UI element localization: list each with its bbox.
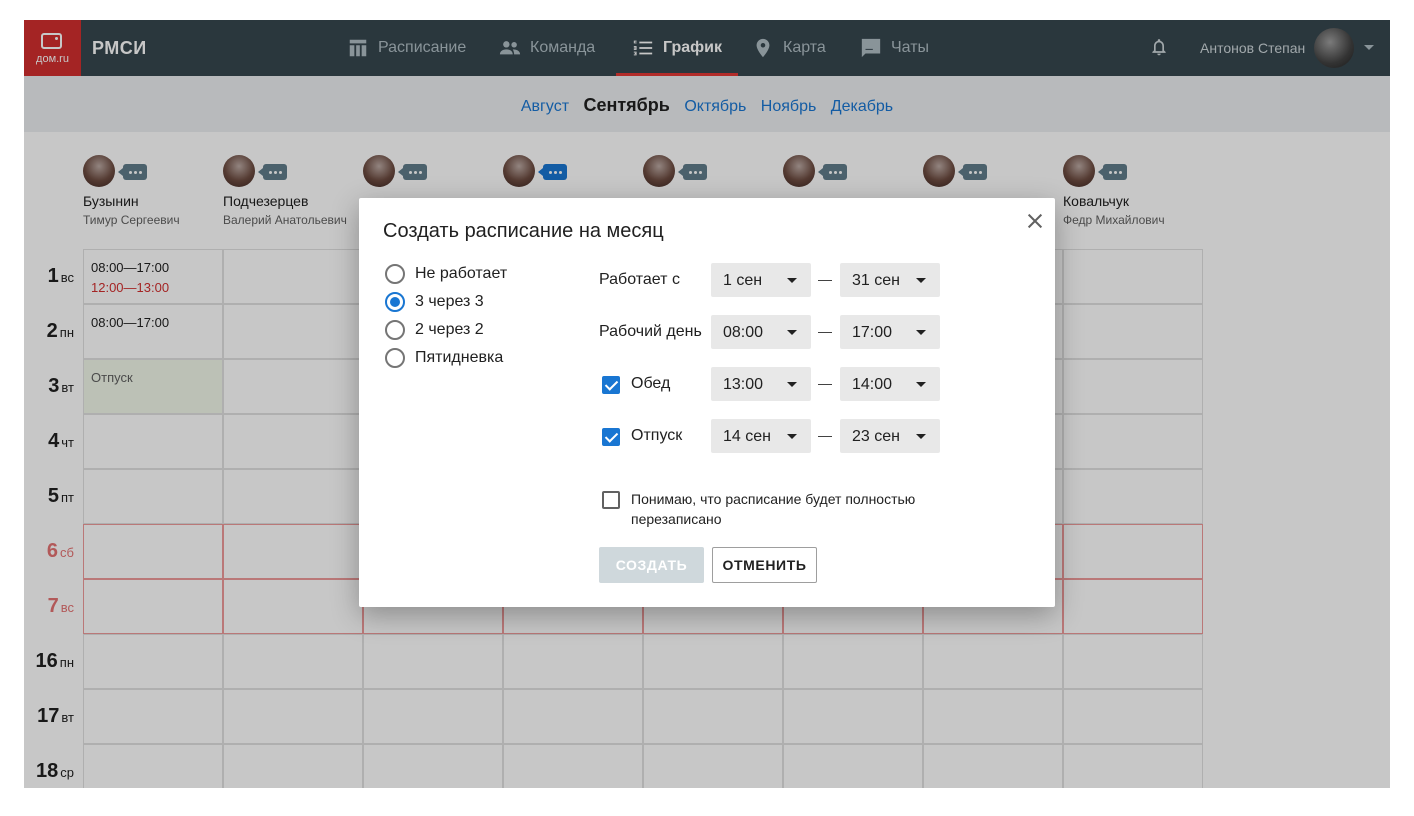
radio-icon <box>385 348 405 368</box>
range-dash <box>818 436 832 437</box>
works-from-start-select[interactable]: 1 сен <box>711 263 811 297</box>
lunch-checkbox[interactable] <box>602 376 620 394</box>
radio-label: Пятидневка <box>415 349 504 366</box>
workday-start-select[interactable]: 08:00 <box>711 315 811 349</box>
app-window: дом.ru РМСИ Расписание Команда График Ка… <box>24 20 1390 788</box>
works-from-end-select[interactable]: 31 сен <box>840 263 940 297</box>
dialog-title: Создать расписание на месяц <box>383 220 664 242</box>
create-schedule-dialog: Создать расписание на месяц Не работает … <box>359 198 1055 607</box>
consent-label: Понимаю, что расписание будет полностью … <box>631 491 916 527</box>
range-dash <box>818 332 832 333</box>
lunch-end-select[interactable]: 14:00 <box>840 367 940 401</box>
vacation-end-select[interactable]: 23 сен <box>840 419 940 453</box>
cancel-button[interactable]: ОТМЕНИТЬ <box>712 547 817 583</box>
vacation-checkbox[interactable] <box>602 428 620 446</box>
lunch-label: Обед <box>631 375 671 392</box>
radio-checked-icon <box>385 292 405 312</box>
radio-icon <box>385 320 405 340</box>
radio-five-day[interactable]: Пятидневка <box>385 346 503 370</box>
workday-end-select[interactable]: 17:00 <box>840 315 940 349</box>
workday-label: Рабочий день <box>599 323 702 340</box>
radio-2-by-2[interactable]: 2 через 2 <box>385 318 484 342</box>
range-dash <box>818 280 832 281</box>
radio-label: Не работает <box>415 265 508 282</box>
vacation-start-select[interactable]: 14 сен <box>711 419 811 453</box>
vacation-label: Отпуск <box>631 427 683 444</box>
radio-label: 2 через 2 <box>415 321 484 338</box>
close-icon[interactable] <box>1024 210 1046 232</box>
radio-not-working[interactable]: Не работает <box>385 262 507 286</box>
range-dash <box>818 384 832 385</box>
radio-icon <box>385 264 405 284</box>
radio-3-by-3[interactable]: 3 через 3 <box>385 290 484 314</box>
radio-label: 3 через 3 <box>415 293 484 310</box>
consent-checkbox[interactable] <box>602 491 620 509</box>
works-from-label: Работает с <box>599 271 680 288</box>
lunch-start-select[interactable]: 13:00 <box>711 367 811 401</box>
create-button[interactable]: СОЗДАТЬ <box>599 547 704 583</box>
